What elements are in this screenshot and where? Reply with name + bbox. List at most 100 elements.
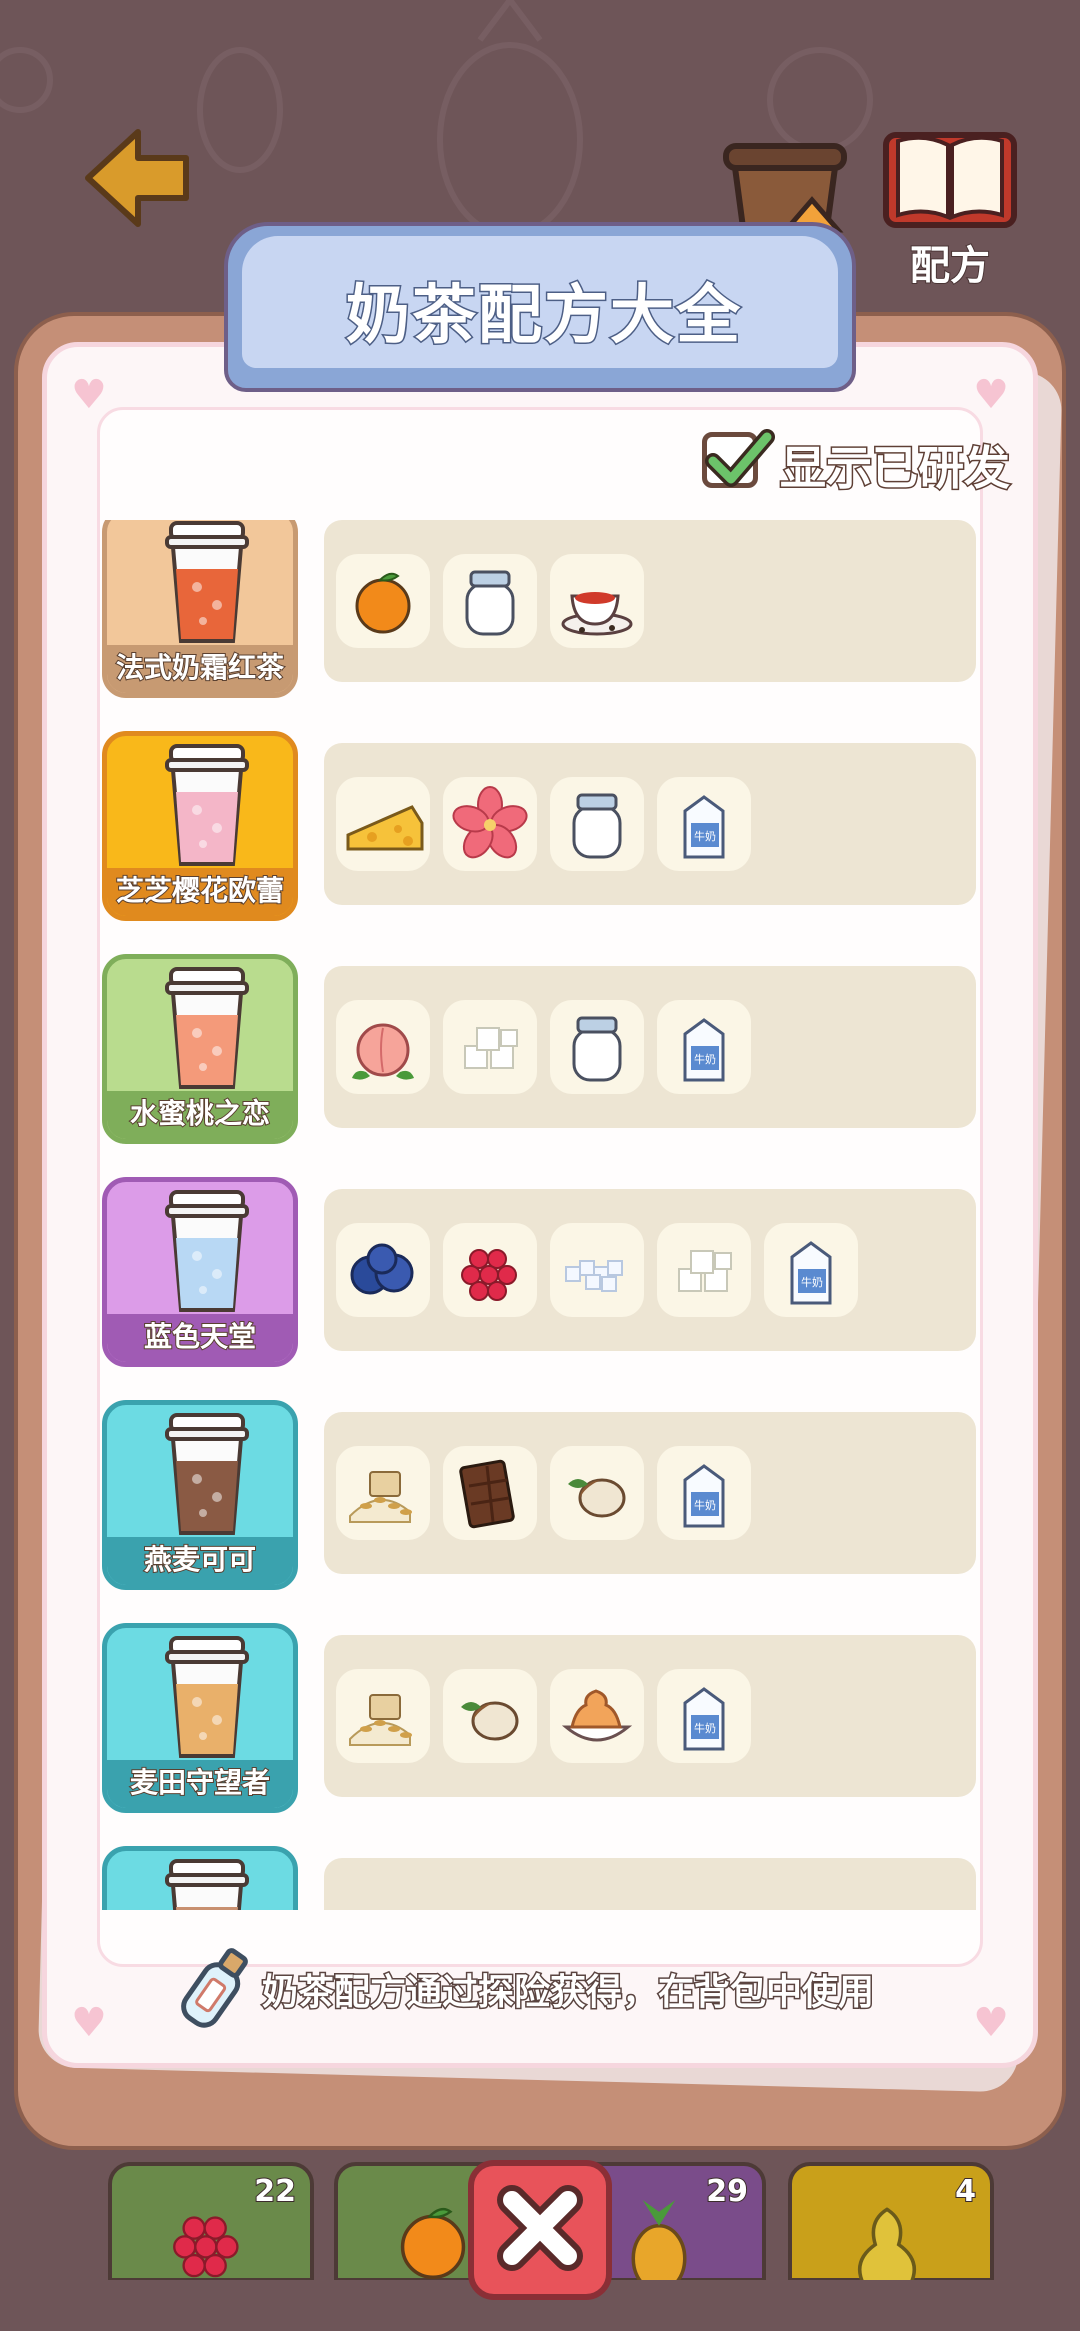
svg-text:牛奶: 牛奶 [801, 1275, 823, 1289]
oat-icon [349, 1694, 412, 1746]
jar-icon [572, 793, 622, 859]
milk-tea-cup-icon [165, 1413, 249, 1535]
ingredient-slot[interactable] [336, 554, 430, 648]
ingredient-slot[interactable] [336, 1669, 430, 1763]
ice-cubes-icon [565, 1260, 623, 1292]
drink-card[interactable]: 水蜜桃之恋 [102, 954, 298, 1144]
ingredient-panel: 牛奶 [324, 1189, 976, 1351]
ingredient-slot[interactable] [550, 1223, 644, 1317]
ingredient-slot[interactable] [550, 1000, 644, 1094]
checkmark-icon [705, 429, 775, 487]
svg-text:牛奶: 牛奶 [694, 829, 716, 843]
ingredient-slot[interactable] [336, 777, 430, 871]
fruit-count: 4 [954, 2173, 977, 2210]
show-researched-checkbox[interactable] [702, 429, 775, 488]
ingredient-slot[interactable] [336, 1446, 430, 1540]
drink-name: 蓝色天堂 [107, 1314, 293, 1362]
raspberry-icon [461, 1249, 517, 1301]
ingredient-slot[interactable] [657, 1223, 751, 1317]
drink-card[interactable]: 法式奶霜红茶 [102, 520, 298, 698]
ingredient-slot[interactable] [550, 1669, 644, 1763]
cheese-icon [346, 805, 424, 851]
ingredient-slot[interactable] [550, 554, 644, 648]
ingredient-slot[interactable] [443, 1000, 537, 1094]
ingredient-slot[interactable]: 牛奶 [657, 1669, 751, 1763]
drink-cup [157, 1855, 257, 1910]
milk-tea-cup-icon [165, 1859, 249, 1910]
fruit-count: 22 [253, 2173, 297, 2210]
hazelnut-icon [568, 1478, 626, 1518]
title-plaque: 奶茶配方大全 [224, 222, 856, 392]
recipe-button-label: 配方 [909, 242, 991, 290]
milk-carton-icon: 牛奶 [790, 1241, 832, 1305]
book-icon [883, 132, 1017, 228]
recipe-row[interactable]: 麦田守望者 牛奶 [96, 1623, 984, 1823]
drink-cup [157, 520, 257, 651]
drink-card[interactable] [102, 1846, 298, 1910]
fruit-count: 29 [705, 2173, 749, 2210]
ingredient-panel: 牛奶 [324, 743, 976, 905]
drink-name: 法式奶霜红茶 [107, 645, 293, 693]
recipe-row[interactable] [96, 1846, 984, 1910]
drink-name: 芝芝樱花欧蕾 [107, 868, 293, 916]
milk-tea-cup-icon [165, 967, 249, 1089]
show-researched-toggle[interactable]: 显示已研发 [702, 428, 1012, 497]
drink-card[interactable]: 芝芝樱花欧蕾 [102, 731, 298, 921]
recipe-row[interactable]: 水蜜桃之恋 牛奶 [96, 954, 984, 1154]
svg-text:牛奶: 牛奶 [694, 1721, 716, 1735]
milk-carton-icon: 牛奶 [683, 1464, 725, 1528]
drink-name: 麦田守望者 [107, 1760, 293, 1808]
ingredient-slot[interactable] [550, 1446, 644, 1540]
recipe-row[interactable]: 蓝色天堂 牛奶 [96, 1177, 984, 1377]
milk-tea-cup-icon [165, 521, 249, 643]
ingredient-panel [324, 520, 976, 682]
chocolate-icon [459, 1459, 515, 1529]
sugar-cubes-icon [678, 1250, 732, 1292]
ingredient-slot[interactable] [443, 1669, 537, 1763]
fruit-tile[interactable]: 4 [788, 2162, 994, 2292]
ingredient-slot[interactable] [443, 1223, 537, 1317]
sakura-icon [452, 786, 528, 859]
recipe-list[interactable]: 法式奶霜红茶 芝芝樱花欧蕾 牛奶 水蜜桃之恋 牛奶 蓝色天堂 牛奶 燕麦可可 牛奶 麦田守望者 牛奶 [96, 520, 984, 1910]
ingredient-slot[interactable]: 牛奶 [657, 1446, 751, 1540]
drink-cup [157, 1409, 257, 1543]
message-bottle-icon [181, 1948, 248, 2028]
ingredient-panel: 牛奶 [324, 1635, 976, 1797]
drink-name: 燕麦可可 [107, 1537, 293, 1585]
recipe-row[interactable]: 燕麦可可 牛奶 [96, 1400, 984, 1600]
drink-cup [157, 1186, 257, 1320]
drink-card[interactable]: 燕麦可可 [102, 1400, 298, 1590]
sugar-cubes-icon [464, 1027, 518, 1069]
svg-text:牛奶: 牛奶 [694, 1498, 716, 1512]
drink-card[interactable]: 蓝色天堂 [102, 1177, 298, 1367]
milk-carton-icon: 牛奶 [683, 795, 725, 859]
caramel-cream-icon [561, 1689, 633, 1742]
footer-hint: 奶茶配方通过探险获得，在背包中使用 [170, 1945, 930, 2035]
heart-icon: ♥ [973, 372, 1009, 418]
svg-text:牛奶: 牛奶 [694, 1052, 716, 1066]
ingredient-slot[interactable] [336, 1223, 430, 1317]
ingredient-slot[interactable] [443, 777, 537, 871]
recipe-book-button[interactable]: 配方 [880, 125, 1020, 290]
heart-icon: ♥ [71, 372, 107, 418]
ingredient-slot[interactable]: 牛奶 [764, 1223, 858, 1317]
ingredient-slot[interactable] [443, 554, 537, 648]
ingredient-panel: 牛奶 [324, 966, 976, 1128]
close-button[interactable] [468, 2160, 612, 2300]
drink-cup [157, 740, 257, 874]
fruit-tile[interactable]: 22 [108, 2162, 314, 2282]
ingredient-slot[interactable] [550, 777, 644, 871]
drink-name: 水蜜桃之恋 [107, 1091, 293, 1139]
blueberry-icon [350, 1243, 414, 1295]
milk-carton-icon: 牛奶 [683, 1687, 725, 1751]
ingredient-slot[interactable] [336, 1000, 430, 1094]
drink-card[interactable]: 麦田守望者 [102, 1623, 298, 1813]
back-arrow-button[interactable] [78, 118, 198, 238]
ingredient-slot[interactable]: 牛奶 [657, 777, 751, 871]
drink-cup [157, 1632, 257, 1766]
recipe-row[interactable]: 法式奶霜红茶 [96, 520, 984, 708]
peach-icon [352, 1023, 414, 1080]
ingredient-slot[interactable]: 牛奶 [657, 1000, 751, 1094]
ingredient-slot[interactable] [443, 1446, 537, 1540]
recipe-row[interactable]: 芝芝樱花欧蕾 牛奶 [96, 731, 984, 931]
